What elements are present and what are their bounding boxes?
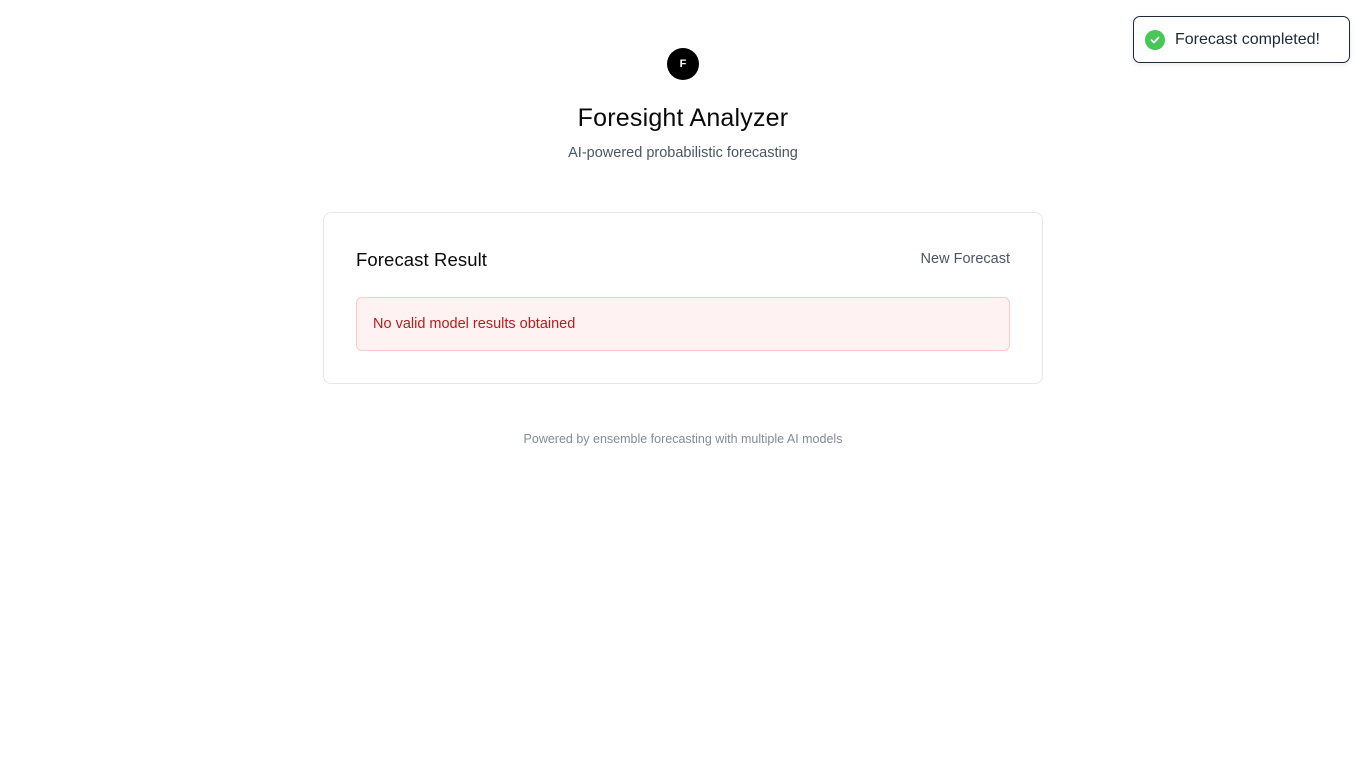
app-title: Foresight Analyzer [577,104,789,132]
error-message: No valid model results obtained [373,316,576,332]
app-logo: F [667,48,699,80]
toast-message: Forecast completed! [1175,30,1320,48]
card-title: Forecast Result [356,249,488,270]
check-circle-icon [1145,29,1165,50]
forecast-result-card: Forecast Result New Forecast No valid mo… [323,212,1043,384]
logo-letter: F [679,58,687,70]
footer-text: Powered by ensemble forecasting with mul… [523,432,843,446]
new-forecast-button[interactable]: New Forecast [921,251,1010,267]
app-subtitle: AI-powered probabilistic forecasting [568,145,798,161]
error-alert: No valid model results obtained [356,297,1010,351]
success-toast[interactable]: Forecast completed! [1133,16,1350,63]
page: F Foresight Analyzer AI-powered probabil… [0,0,1366,768]
